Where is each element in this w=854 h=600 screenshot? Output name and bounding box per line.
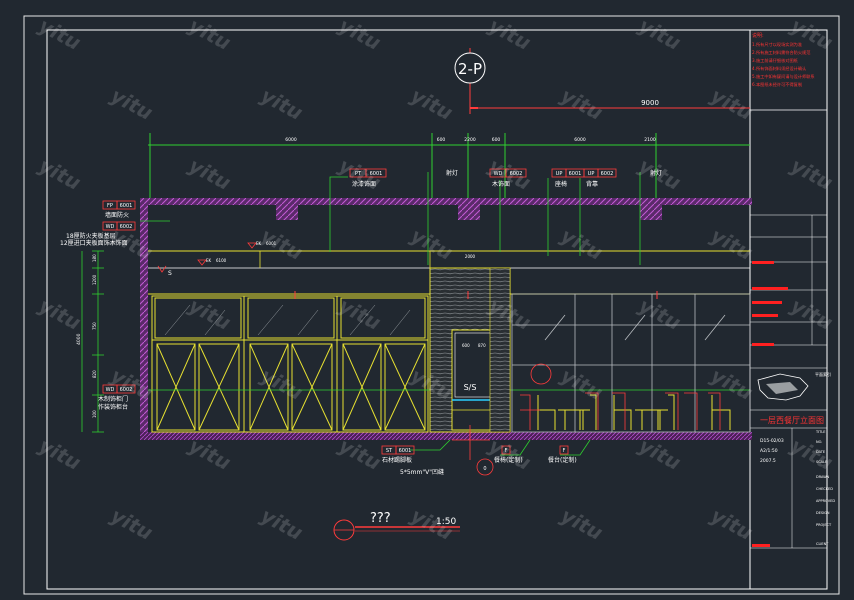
watermark: yitu bbox=[556, 83, 607, 125]
watermark: yitu bbox=[556, 503, 607, 545]
watermark: yitu bbox=[184, 433, 235, 475]
watermark: yitu bbox=[34, 153, 85, 195]
watermark: yitu bbox=[106, 223, 157, 265]
watermark: yitu bbox=[786, 13, 837, 55]
watermark: yitu bbox=[406, 83, 457, 125]
watermark: yitu bbox=[256, 503, 307, 545]
watermark-layer: yitu yitu yitu yitu yitu yitu yitu yitu … bbox=[0, 0, 854, 600]
watermark: yitu bbox=[634, 293, 685, 335]
watermark: yitu bbox=[406, 503, 457, 545]
watermark: yitu bbox=[334, 433, 385, 475]
watermark: yitu bbox=[184, 293, 235, 335]
watermark: yitu bbox=[256, 363, 307, 405]
watermark: yitu bbox=[34, 293, 85, 335]
watermark: yitu bbox=[634, 433, 685, 475]
watermark: yitu bbox=[786, 153, 837, 195]
watermark: yitu bbox=[706, 363, 757, 405]
watermark: yitu bbox=[786, 293, 837, 335]
watermark: yitu bbox=[406, 223, 457, 265]
watermark: yitu bbox=[706, 503, 757, 545]
watermark: yitu bbox=[406, 363, 457, 405]
watermark: yitu bbox=[34, 433, 85, 475]
watermark: yitu bbox=[106, 83, 157, 125]
watermark: yitu bbox=[484, 13, 535, 55]
watermark: yitu bbox=[256, 223, 307, 265]
watermark: yitu bbox=[106, 363, 157, 405]
watermark: yitu bbox=[184, 13, 235, 55]
watermark: yitu bbox=[484, 153, 535, 195]
watermark: yitu bbox=[556, 363, 607, 405]
watermark: yitu bbox=[556, 223, 607, 265]
watermark: yitu bbox=[634, 153, 685, 195]
watermark: yitu bbox=[706, 83, 757, 125]
watermark: yitu bbox=[256, 83, 307, 125]
watermark: yitu bbox=[334, 153, 385, 195]
watermark: yitu bbox=[334, 13, 385, 55]
watermark: yitu bbox=[634, 13, 685, 55]
watermark: yitu bbox=[34, 13, 85, 55]
watermark: yitu bbox=[484, 433, 535, 475]
watermark: yitu bbox=[484, 293, 535, 335]
watermark: yitu bbox=[106, 503, 157, 545]
watermark: yitu bbox=[706, 223, 757, 265]
watermark: yitu bbox=[786, 433, 837, 475]
watermark: yitu bbox=[334, 293, 385, 335]
watermark: yitu bbox=[184, 153, 235, 195]
